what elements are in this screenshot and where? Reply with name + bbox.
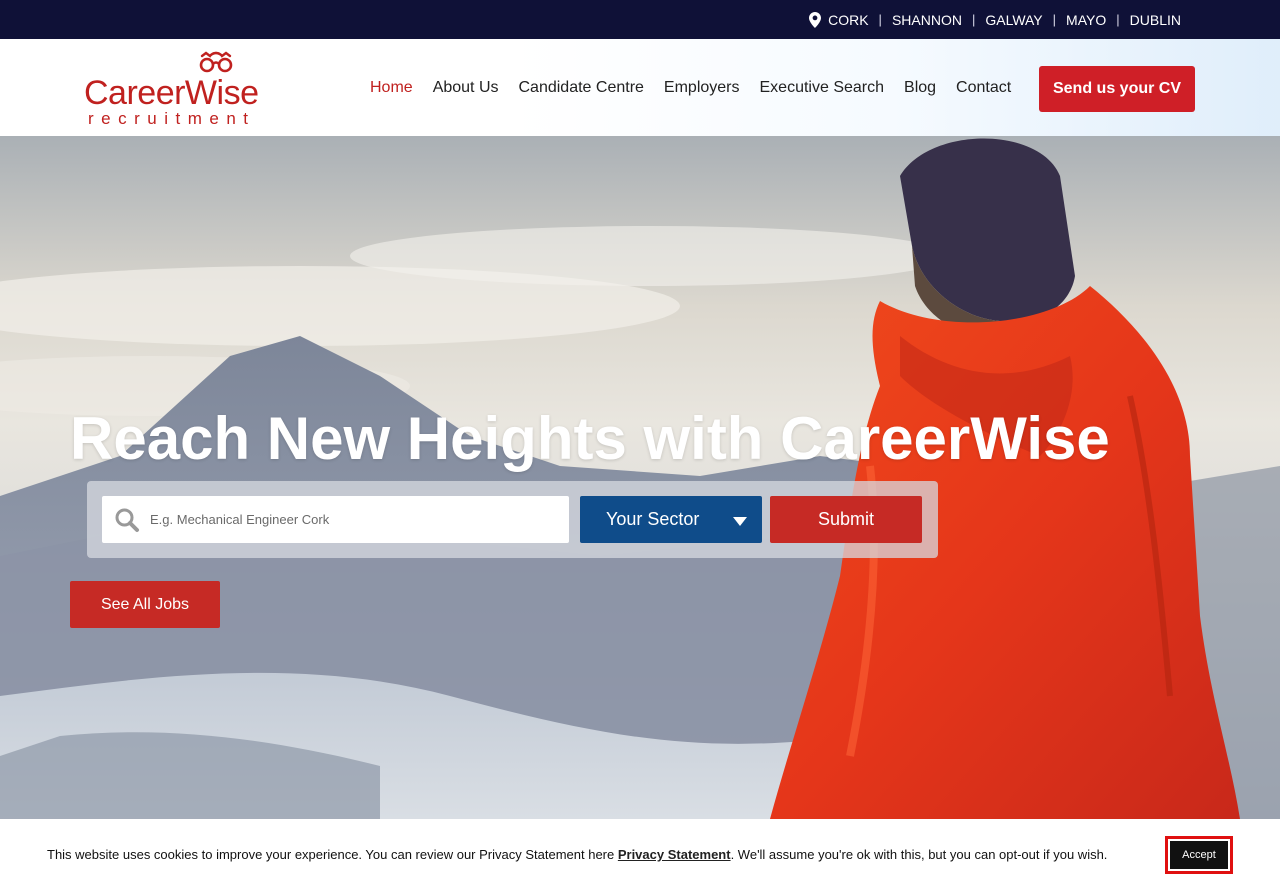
submit-button[interactable]: Submit xyxy=(770,496,922,543)
job-search-panel: Your Sector Submit xyxy=(87,481,938,558)
logo-subtitle: recruitment xyxy=(88,109,256,128)
accept-cookies-button[interactable]: Accept xyxy=(1170,841,1228,869)
send-cv-button[interactable]: Send us your CV xyxy=(1039,66,1195,112)
logo-mark-icon xyxy=(199,51,233,73)
top-bar: CORK | SHANNON | GALWAY | MAYO | DUBLIN xyxy=(0,0,1280,39)
hero-background-image xyxy=(0,136,1280,819)
location-cork[interactable]: CORK xyxy=(828,12,868,28)
nav-blog[interactable]: Blog xyxy=(904,79,936,97)
location-mayo[interactable]: MAYO xyxy=(1066,12,1106,28)
location-shannon[interactable]: SHANNON xyxy=(892,12,962,28)
location-galway[interactable]: GALWAY xyxy=(985,12,1042,28)
sector-dropdown-label: Your Sector xyxy=(606,509,700,529)
nav-executive-search[interactable]: Executive Search xyxy=(760,79,885,97)
nav-employers[interactable]: Employers xyxy=(664,79,740,97)
nav-about-us[interactable]: About Us xyxy=(433,79,499,97)
logo-wordmark: CareerWise xyxy=(84,74,259,112)
search-icon xyxy=(115,508,139,532)
caret-down-icon xyxy=(733,517,747,526)
job-search-input[interactable] xyxy=(150,496,560,543)
cookie-banner: This website uses cookies to improve you… xyxy=(0,819,1280,887)
location-list: CORK | SHANNON | GALWAY | MAYO | DUBLIN xyxy=(809,0,1181,39)
site-header: CareerWise recruitment Home About Us Can… xyxy=(0,39,1280,136)
hero-section: Reach New Heights with CareerWise Your S… xyxy=(0,136,1280,819)
accept-button-highlight: Accept xyxy=(1165,836,1233,874)
cookie-message: This website uses cookies to improve you… xyxy=(47,847,1107,862)
hero-headline: Reach New Heights with CareerWise xyxy=(70,405,1110,472)
cookie-text-after: . We'll assume you're ok with this, but … xyxy=(730,847,1108,862)
location-dublin[interactable]: DUBLIN xyxy=(1130,12,1181,28)
location-separator: | xyxy=(971,12,976,27)
see-all-jobs-button[interactable]: See All Jobs xyxy=(70,581,220,628)
main-nav: Home About Us Candidate Centre Employers… xyxy=(360,39,1021,136)
sector-dropdown[interactable]: Your Sector xyxy=(580,496,762,543)
cookie-text-before: This website uses cookies to improve you… xyxy=(47,847,618,862)
location-separator: | xyxy=(1116,12,1120,27)
careerwise-logo[interactable]: CareerWise recruitment xyxy=(84,49,284,129)
search-box[interactable] xyxy=(102,496,569,543)
map-pin-icon xyxy=(809,11,822,28)
location-separator: | xyxy=(1052,12,1057,27)
privacy-statement-link[interactable]: Privacy Statement xyxy=(618,847,731,862)
nav-home[interactable]: Home xyxy=(370,79,413,97)
nav-candidate-centre[interactable]: Candidate Centre xyxy=(519,79,644,97)
location-separator: | xyxy=(878,12,882,27)
nav-contact[interactable]: Contact xyxy=(956,79,1011,97)
